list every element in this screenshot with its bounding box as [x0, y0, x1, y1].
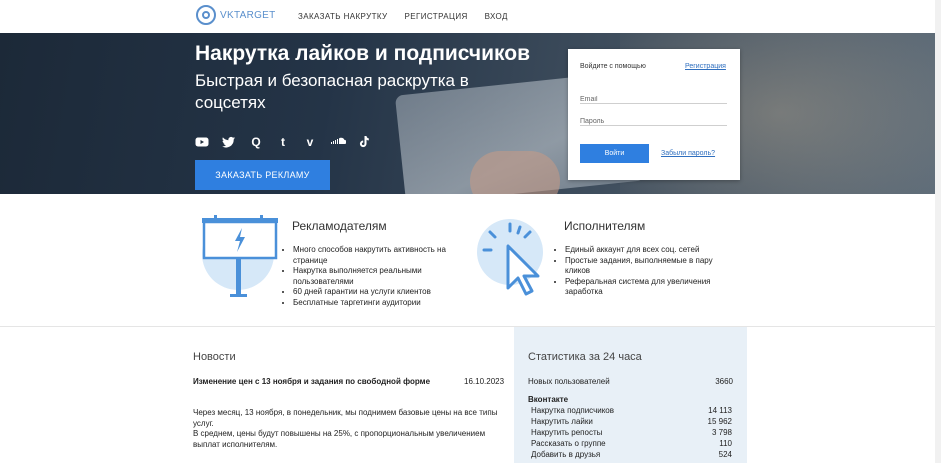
email-field[interactable]: [580, 92, 727, 107]
stat-row: Накрутить лайки 15 962: [531, 417, 732, 426]
new-users-row: Новых пользователей 3660: [528, 377, 733, 386]
news-paragraph: В среднем, цены будут повышены на 25%, с…: [193, 429, 486, 449]
vk-section-heading: Вконтакте: [528, 395, 569, 404]
nav-order[interactable]: ЗАКАЗАТЬ НАКРУТКУ: [298, 12, 388, 21]
stat-label: Накрутить лайки: [531, 417, 593, 426]
email-field-wrap: [580, 88, 727, 107]
news-item-body: Через месяц, 13 ноября, в понедельник, м…: [193, 408, 503, 450]
stat-row: Накрутка подписчиков 14 113: [531, 406, 732, 415]
stat-label: Новых пользователей: [528, 377, 610, 386]
list-item: Реферальная система для увеличения зараб…: [565, 277, 727, 298]
performers-list: Единый аккаунт для всех соц. сетей Прост…: [557, 245, 727, 298]
list-item: Много способов накрутить активность на с…: [293, 245, 465, 266]
stat-row: Добавить в друзья 524: [531, 450, 732, 459]
list-item: Бесплатные таргетинги аудитории: [293, 298, 465, 309]
social-icons: Q t v: [195, 135, 371, 149]
scrollbar[interactable]: [935, 0, 941, 463]
stat-value: 14 113: [708, 406, 732, 415]
list-item: Накрутка выполняется реальными пользоват…: [293, 266, 465, 287]
advertisers-heading: Рекламодателям: [292, 219, 387, 233]
quora-icon[interactable]: Q: [249, 135, 263, 149]
billboard-illustration-icon: [202, 215, 278, 297]
forgot-password-link[interactable]: Забыли пароль?: [661, 150, 715, 157]
stat-value: 3660: [715, 377, 733, 386]
site-header: VKTARGET ЗАКАЗАТЬ НАКРУТКУ РЕГИСТРАЦИЯ В…: [0, 0, 941, 33]
stats-panel: Статистика за 24 часа Новых пользователе…: [514, 327, 747, 463]
list-item: 60 дней гарантии на услуги клиентов: [293, 287, 465, 298]
vimeo-icon[interactable]: v: [303, 135, 317, 149]
logo-text: VKTARGET: [220, 9, 276, 21]
password-field[interactable]: [580, 114, 727, 129]
news-item-title[interactable]: Изменение цен с 13 ноября и задания по с…: [193, 377, 430, 386]
register-link[interactable]: Регистрация: [685, 63, 726, 70]
soundcloud-icon[interactable]: [330, 135, 346, 149]
stats-heading: Статистика за 24 часа: [528, 351, 642, 363]
stat-row: Накрутить репосты 3 798: [531, 428, 732, 437]
list-item: Простые задания, выполняемые в пару клик…: [565, 256, 727, 277]
order-ads-button[interactable]: ЗАКАЗАТЬ РЕКЛАМУ: [195, 160, 330, 190]
main-nav: ЗАКАЗАТЬ НАКРУТКУ РЕГИСТРАЦИЯ ВХОД: [298, 12, 508, 21]
tiktok-icon[interactable]: [357, 135, 371, 149]
features-section: Рекламодателям Много способов накрутить …: [0, 194, 935, 327]
login-button[interactable]: Войти: [580, 144, 649, 163]
stat-value: 3 798: [711, 428, 732, 437]
twitter-icon[interactable]: [222, 135, 236, 149]
stat-value: 524: [718, 450, 732, 459]
hero-hand-image: [470, 151, 560, 194]
hero-subtitle: Быстрая и безопасная раскрутка в соцсетя…: [195, 71, 469, 112]
list-item: Единый аккаунт для всех соц. сетей: [565, 245, 727, 256]
nav-register[interactable]: РЕГИСТРАЦИЯ: [405, 12, 468, 21]
advertisers-list: Много способов накрутить активность на с…: [285, 245, 465, 308]
logo[interactable]: VKTARGET: [196, 5, 276, 25]
hero-banner: Накрутка лайков и подписчиков Быстрая и …: [0, 33, 935, 194]
cursor-click-illustration-icon: [477, 219, 543, 296]
stat-value: 15 962: [707, 417, 732, 426]
login-with-label: Войдите с помощью: [580, 63, 646, 70]
login-card: Войдите с помощью Регистрация Войти Забы…: [568, 49, 740, 180]
youtube-icon[interactable]: [195, 135, 209, 149]
stat-value: 110: [719, 439, 732, 448]
target-logo-icon: [196, 5, 216, 25]
news-paragraph: Через месяц, 13 ноября, в понедельник, м…: [193, 408, 498, 428]
stat-row: Рассказать о группе 110: [531, 439, 732, 448]
performers-heading: Исполнителям: [564, 219, 646, 233]
hero-title: Накрутка лайков и подписчиков: [195, 42, 530, 65]
news-section: Новости Изменение цен с 13 ноября и зада…: [0, 327, 514, 463]
stat-label: Накрутка подписчиков: [531, 406, 615, 415]
tumblr-icon[interactable]: t: [276, 135, 290, 149]
news-heading: Новости: [193, 351, 236, 363]
stat-label: Накрутить репосты: [531, 428, 603, 437]
news-item-date: 16.10.2023: [464, 377, 505, 386]
password-field-wrap: [580, 110, 727, 129]
stat-label: Рассказать о группе: [531, 439, 606, 448]
stat-label: Добавить в друзья: [531, 450, 601, 459]
nav-login[interactable]: ВХОД: [485, 12, 508, 21]
